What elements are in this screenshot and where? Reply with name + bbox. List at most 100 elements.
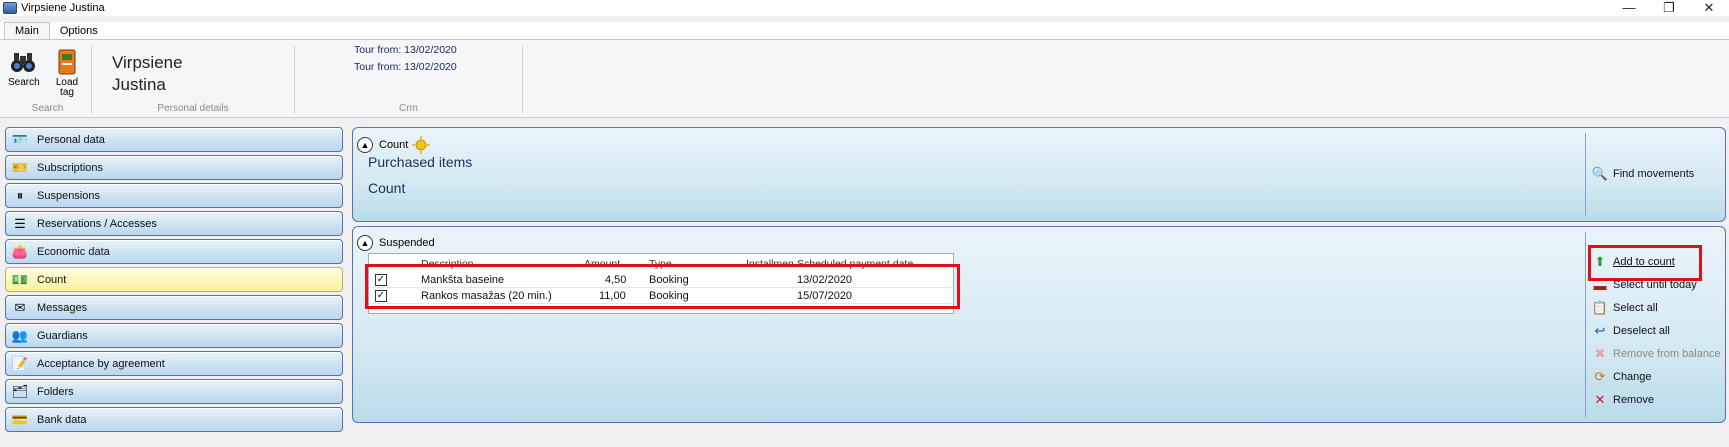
remove-label: Remove: [1613, 394, 1654, 406]
add-to-count-button[interactable]: ⬆ Add to count: [1591, 254, 1675, 270]
load-tag-label: Load tag: [55, 77, 79, 98]
sidebar-item-label: Reservations / Accesses: [37, 217, 157, 230]
sidebar-item-suspensions[interactable]: ⏸ Suspensions: [5, 183, 343, 208]
column-header[interactable]: Type: [649, 258, 672, 270]
green-arrow-up-icon: ⬆: [1594, 254, 1606, 269]
sidebar-item-label: Messages: [37, 301, 88, 314]
faded-x-icon: ✖: [1594, 346, 1606, 361]
wallet-icon: 👛: [11, 243, 29, 259]
row-checkbox[interactable]: ✓: [375, 290, 387, 302]
clipboard-icon: 📋: [1591, 300, 1609, 315]
ticket-icon: 🎫: [11, 159, 29, 175]
count-panel-header: ▲ Count: [357, 136, 431, 154]
search-button[interactable]: Search: [8, 48, 40, 88]
type-cell: Booking: [649, 274, 689, 286]
suspended-panel-header: ▲ Suspended: [357, 235, 435, 251]
table-row[interactable]: ✓ Rankos masažas (20 min.) 11,00 Booking…: [369, 288, 953, 304]
select-all-label: Select all: [1613, 302, 1658, 314]
find-movements-label: Find movements: [1613, 168, 1695, 180]
remove-from-balance-label: Remove from balance: [1613, 348, 1721, 360]
pause-card-icon: ⏸: [16, 187, 24, 203]
bank-icon: 💳: [11, 411, 29, 427]
remove-button[interactable]: ✕ Remove: [1591, 392, 1654, 408]
app-icon: [3, 2, 17, 14]
load-tag-button[interactable]: Load tag: [52, 48, 82, 98]
purchased-items-label: Purchased items: [368, 154, 473, 170]
type-cell: Booking: [649, 290, 689, 302]
ribbon-tabs: Main Options: [0, 22, 1729, 40]
sidebar-item-label: Personal data: [37, 133, 105, 146]
sidebar-item-bank-data[interactable]: 💳 Bank data: [5, 407, 343, 432]
column-header[interactable]: Description: [421, 258, 474, 270]
undo-arrow-icon: ↩: [1594, 323, 1606, 338]
panel-divider: [1585, 232, 1586, 417]
suspended-panel-title: Suspended: [379, 237, 435, 249]
folder-icon: 🗂: [11, 383, 29, 399]
count-panel-title: Count: [379, 139, 409, 151]
select-all-button[interactable]: 📋 Select all: [1591, 300, 1658, 316]
amount-cell: 4,50: [605, 274, 627, 286]
restore-button[interactable]: ❐: [1649, 0, 1689, 16]
close-button[interactable]: ✕: [1689, 0, 1729, 16]
description-cell: Mankšta baseine: [421, 274, 505, 286]
sidebar-item-count[interactable]: 💵 Count: [5, 267, 343, 292]
people-icon: 👥: [11, 327, 29, 343]
column-header[interactable]: Scheduled payment date: [797, 258, 913, 270]
table-row[interactable]: ✓ Mankšta baseine 4,50 Booking 13/02/202…: [369, 272, 953, 288]
ribbon-group-personal: Virpsiene Justina Personal details: [92, 46, 295, 114]
money-icon: 💵: [11, 271, 29, 287]
count-panel: ▲ Count Purchased items Count 🔍 Find mov…: [352, 127, 1726, 222]
remove-from-balance-button[interactable]: ✖ Remove from balance: [1591, 346, 1721, 362]
sidebar-item-folders[interactable]: 🗂 Folders: [5, 379, 343, 404]
search-button-label: Search: [8, 77, 40, 88]
crm-group-label: Crm: [399, 103, 418, 114]
red-x-icon: ✕: [1594, 392, 1606, 407]
ribbon-group-search: Search Load tag Search: [4, 46, 92, 114]
crm-line: Tour from: 13/02/2020: [354, 61, 457, 73]
table-header: Description Amount Type Installmen Sched…: [369, 258, 953, 270]
suspended-items-table: Description Amount Type Installmen Sched…: [368, 253, 954, 314]
add-to-count-label: Add to count: [1613, 256, 1675, 268]
select-until-today-button[interactable]: ▬ Select until today: [1591, 277, 1697, 293]
sidebar-item-messages[interactable]: ✉ Messages: [5, 295, 343, 320]
tab-options[interactable]: Options: [50, 23, 108, 39]
find-movements-button[interactable]: 🔍 Find movements: [1591, 166, 1694, 182]
suspended-panel: ▲ Suspended Description Amount Type Inst…: [352, 226, 1726, 423]
sidebar-item-label: Guardians: [37, 329, 88, 342]
change-label: Change: [1613, 371, 1652, 383]
tab-main[interactable]: Main: [4, 22, 50, 39]
calendar-icon: ▬: [1593, 277, 1607, 293]
change-arrows-icon: ⟳: [1594, 369, 1606, 384]
agreement-icon: 📝: [11, 355, 29, 371]
sidebar-item-label: Economic data: [37, 245, 110, 258]
sidebar-item-reservations[interactable]: ☰ Reservations / Accesses: [5, 211, 343, 236]
panel-divider: [1585, 133, 1586, 216]
sidebar: 🪪 Personal data 🎫 Subscriptions ⏸ Suspensio…: [5, 127, 343, 435]
sidebar-item-label: Suspensions: [37, 189, 100, 202]
sidebar-item-label: Acceptance by agreement: [37, 357, 165, 370]
row-checkbox[interactable]: ✓: [375, 274, 387, 286]
deselect-all-button[interactable]: ↩ Deselect all: [1591, 323, 1670, 339]
date-cell: 13/02/2020: [797, 274, 853, 286]
id-card-icon: 🪪: [11, 131, 29, 147]
minimize-button[interactable]: —: [1609, 0, 1649, 16]
sidebar-item-label: Bank data: [37, 413, 87, 426]
personal-group-label: Personal details: [157, 103, 229, 114]
list-icon: ☰: [14, 215, 26, 231]
collapse-icon[interactable]: ▲: [357, 137, 373, 153]
sidebar-item-acceptance[interactable]: 📝 Acceptance by agreement: [5, 351, 343, 376]
description-cell: Rankos masažas (20 min.): [421, 290, 552, 302]
sidebar-item-personal-data[interactable]: 🪪 Personal data: [5, 127, 343, 152]
sidebar-item-subscriptions[interactable]: 🎫 Subscriptions: [5, 155, 343, 180]
book-tag-icon: [58, 49, 76, 75]
column-header[interactable]: Amount: [584, 258, 620, 270]
collapse-icon[interactable]: ▲: [357, 235, 373, 251]
change-button[interactable]: ⟳ Change: [1591, 369, 1652, 385]
sidebar-item-economic-data[interactable]: 👛 Economic data: [5, 239, 343, 264]
sun-icon: [412, 136, 431, 154]
window-title: Virpsiene Justina: [21, 2, 105, 14]
sidebar-item-guardians[interactable]: 👥 Guardians: [5, 323, 343, 348]
find-movements-icon: 🔍: [1591, 166, 1609, 181]
column-header[interactable]: Installmen: [746, 258, 794, 270]
crm-line: Tour from: 13/02/2020: [354, 44, 457, 56]
